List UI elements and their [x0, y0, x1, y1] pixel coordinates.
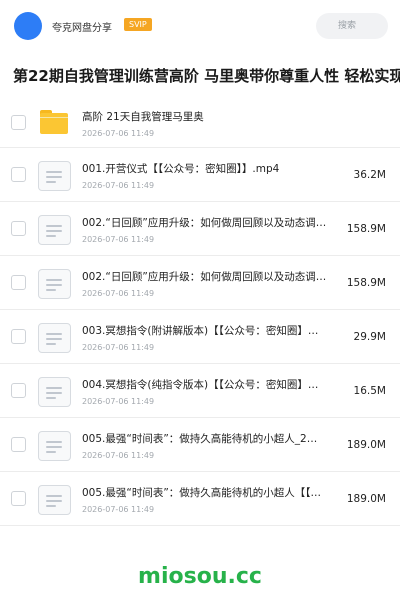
file-size: 158.9M [346, 277, 386, 289]
svip-badge: SVIP [124, 18, 152, 31]
file-row[interactable]: 002.“日回顾”应用升级：如何做周回顾以及动态调… 2026-07-06 11:… [0, 202, 400, 256]
file-size: 36.2M [353, 169, 386, 181]
file-name: 001.开营仪式【【公众号：密知圈】】.mp4 [82, 163, 280, 175]
file-list: 高阶 21天自我管理马里奥 2026-07-06 11:49 001.开营仪式【【公… [0, 96, 400, 526]
file-date: 2026-07-06 11:49 [82, 181, 155, 190]
file-size: 189.0M [346, 493, 386, 505]
file-date: 2026-07-06 11:49 [82, 235, 155, 244]
file-row[interactable]: 005.最强“时间表”：做持久高能待机的小超人_2… 2026-07-06 11:… [0, 418, 400, 472]
file-name: 005.最强“时间表”：做持久高能待机的小超人_2… [82, 433, 318, 445]
row-checkbox[interactable] [11, 221, 26, 236]
file-row[interactable]: 004.冥想指令(纯指令版本)【【公众号：密知圈】… 2026-07-06 11:… [0, 364, 400, 418]
file-row[interactable]: 005.最强“时间表”：做持久高能待机的小超人【【… 2026-07-06 11:… [0, 472, 400, 526]
row-checkbox[interactable] [11, 167, 26, 182]
row-checkbox[interactable] [11, 329, 26, 344]
page-title: 第22期自我管理训练营高阶 马里奥带你尊重人性 轻松实现 [13, 67, 400, 85]
file-date: 2026-07-06 11:49 [82, 129, 155, 138]
document-icon [38, 377, 71, 407]
document-icon [38, 431, 71, 461]
search-input[interactable]: 搜索 [316, 13, 388, 39]
document-icon [38, 215, 71, 245]
file-name: 高阶 21天自我管理马里奥 [82, 111, 204, 123]
avatar[interactable] [14, 12, 42, 40]
top-bar: 夸克网盘分享 SVIP 搜索 [0, 0, 400, 52]
file-date: 2026-07-06 11:49 [82, 343, 155, 352]
file-name: 004.冥想指令(纯指令版本)【【公众号：密知圈】… [82, 379, 319, 391]
document-icon [38, 161, 71, 191]
file-date: 2026-07-06 11:49 [82, 289, 155, 298]
file-size: 16.5M [353, 385, 386, 397]
row-checkbox[interactable] [11, 491, 26, 506]
file-row[interactable]: 003.冥想指令(附讲解版本)【【公众号：密知圈】… 2026-07-06 11:… [0, 310, 400, 364]
file-name: 002.“日回顾”应用升级：如何做周回顾以及动态调… [82, 271, 327, 283]
file-size: 29.9M [353, 331, 386, 343]
file-date: 2026-07-06 11:49 [82, 451, 155, 460]
folder-icon [40, 110, 68, 134]
file-date: 2026-07-06 11:49 [82, 505, 155, 514]
row-checkbox[interactable] [11, 115, 26, 130]
file-date: 2026-07-06 11:49 [82, 397, 155, 406]
brand-label: 夸克网盘分享 [52, 23, 112, 34]
file-name: 003.冥想指令(附讲解版本)【【公众号：密知圈】… [82, 325, 319, 337]
document-icon [38, 485, 71, 515]
watermark: miosou.cc [138, 564, 262, 589]
file-row[interactable]: 002.“日回顾”应用升级：如何做周回顾以及动态调… 2026-07-06 11:… [0, 256, 400, 310]
row-checkbox[interactable] [11, 275, 26, 290]
document-icon [38, 323, 71, 353]
file-size: 158.9M [346, 223, 386, 235]
row-checkbox[interactable] [11, 383, 26, 398]
file-name: 002.“日回顾”应用升级：如何做周回顾以及动态调… [82, 217, 327, 229]
file-name: 005.最强“时间表”：做持久高能待机的小超人【【… [82, 487, 322, 499]
file-row[interactable]: 001.开营仪式【【公众号：密知圈】】.mp4 2026-07-06 11:49 3… [0, 148, 400, 202]
document-icon [38, 269, 71, 299]
row-checkbox[interactable] [11, 437, 26, 452]
file-size: 189.0M [346, 439, 386, 451]
folder-row[interactable]: 高阶 21天自我管理马里奥 2026-07-06 11:49 [0, 96, 400, 148]
